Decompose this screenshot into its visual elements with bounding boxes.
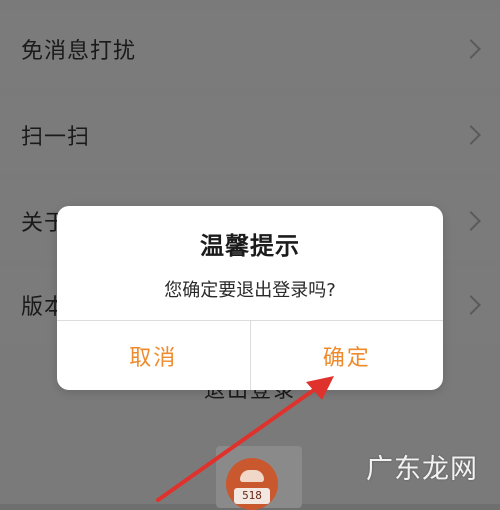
logo-badge: 518 xyxy=(234,488,270,504)
logo-circle: 518 xyxy=(226,458,278,510)
confirm-button[interactable]: 确定 xyxy=(251,321,444,390)
logout-confirm-dialog: 温馨提示 您确定要退出登录吗? 取消 确定 xyxy=(57,206,443,390)
watermark: 广东龙网 xyxy=(366,454,478,485)
settings-item-label: 扫一扫 xyxy=(21,125,91,150)
dialog-message: 您确定要退出登录吗? xyxy=(164,280,336,301)
chevron-right-icon xyxy=(461,211,481,231)
chevron-right-icon xyxy=(461,125,481,145)
settings-item-scan[interactable]: 扫一扫 xyxy=(0,96,500,174)
settings-item-label: 免消息打扰 xyxy=(21,39,137,64)
cancel-button[interactable]: 取消 xyxy=(57,321,251,390)
settings-item-do-not-disturb[interactable]: 免消息打扰 xyxy=(0,10,500,88)
app-logo: 518 xyxy=(216,446,302,510)
chevron-right-icon xyxy=(461,295,481,315)
chevron-right-icon xyxy=(461,39,481,59)
dialog-actions: 取消 确定 xyxy=(57,320,443,390)
dialog-title: 温馨提示 xyxy=(200,232,300,260)
car-icon xyxy=(240,470,264,482)
